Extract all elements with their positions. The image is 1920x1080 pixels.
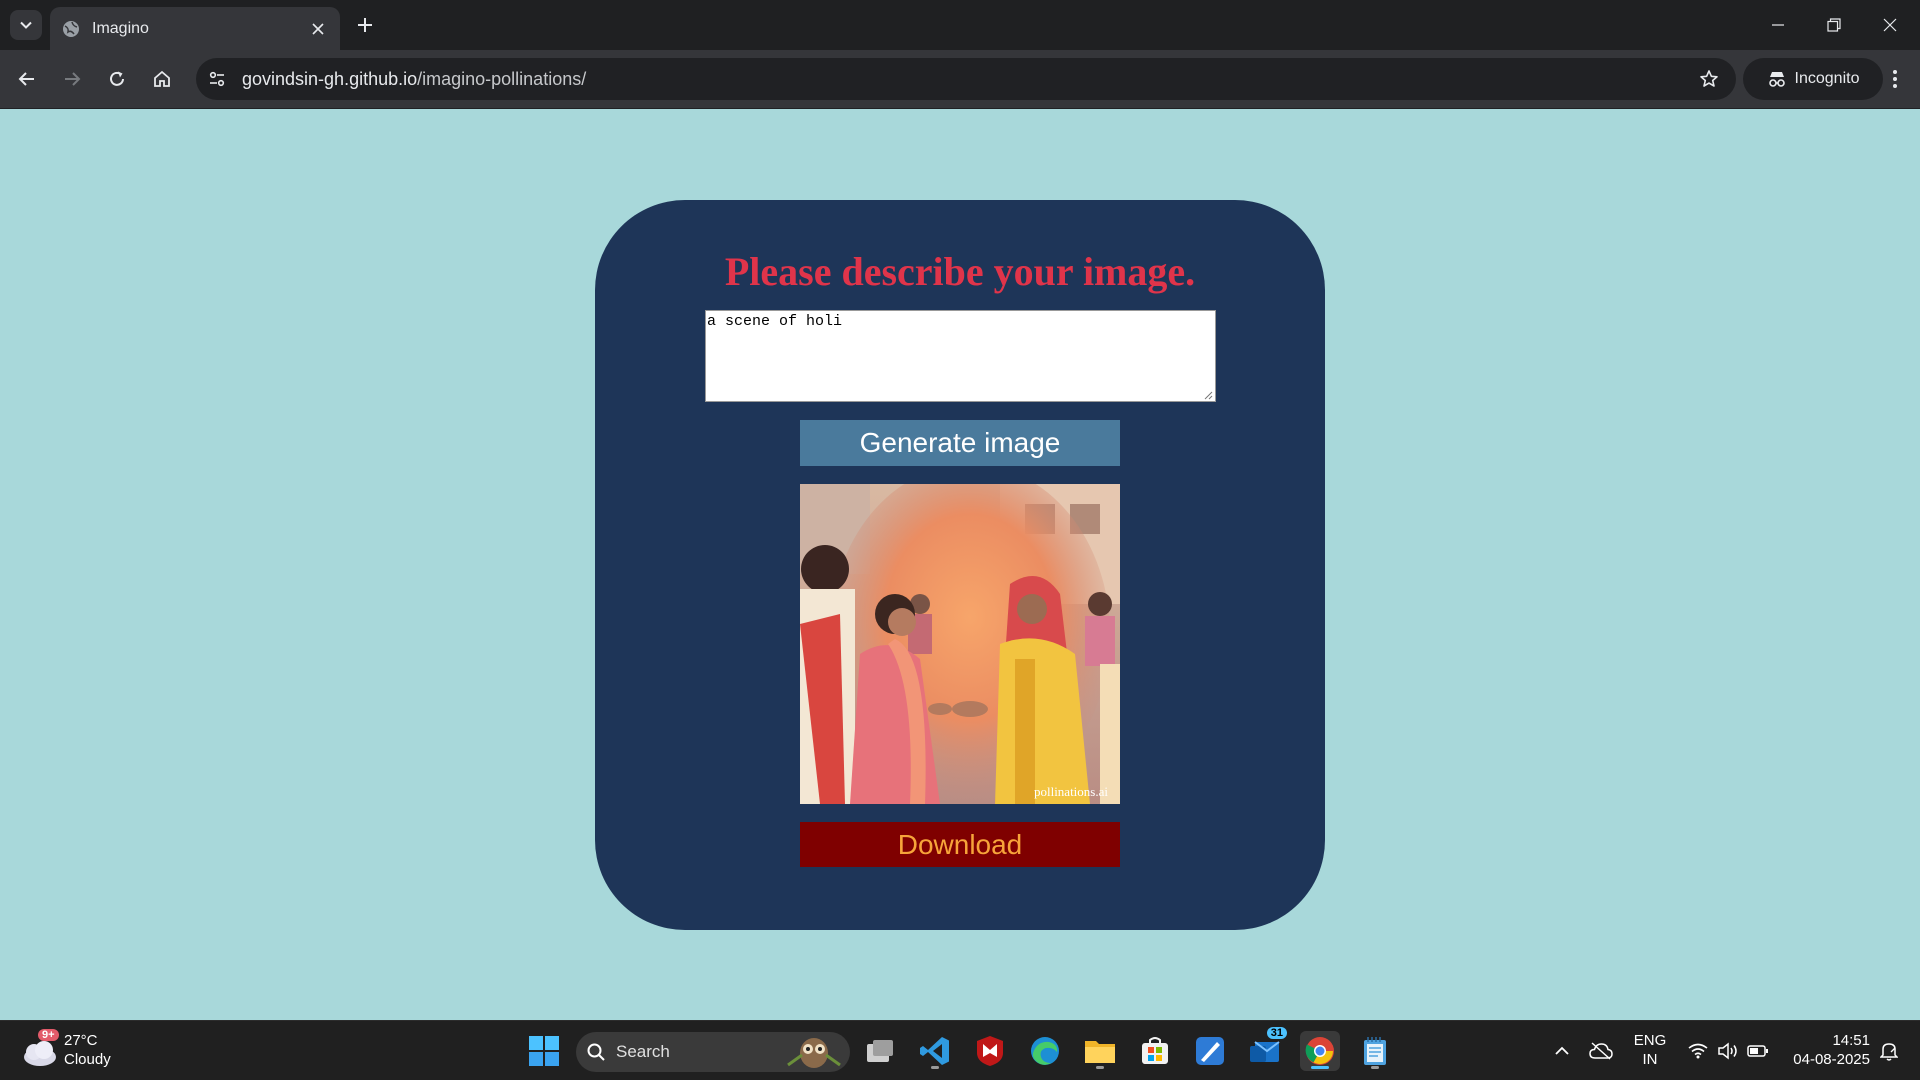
battery-status[interactable] bbox=[1745, 1031, 1771, 1071]
running-indicator bbox=[1371, 1066, 1379, 1069]
taskbar-search[interactable]: Search bbox=[576, 1032, 850, 1072]
weather-widget[interactable]: 9+ 27°C Cloudy bbox=[20, 1029, 140, 1073]
browser-toolbar: govindsin-gh.github.io/imagino-pollinati… bbox=[0, 50, 1920, 109]
weather-temperature: 27°C bbox=[64, 1032, 98, 1049]
tab-imagino[interactable]: Imagino bbox=[50, 7, 340, 50]
download-button[interactable]: Download bbox=[800, 822, 1120, 867]
search-icon bbox=[576, 1043, 616, 1061]
close-window-button[interactable] bbox=[1862, 0, 1918, 50]
language-region: IN bbox=[1642, 1051, 1658, 1068]
incognito-icon bbox=[1768, 72, 1785, 87]
generated-image: pollinations.ai bbox=[800, 484, 1120, 804]
language-indicator[interactable]: ENG IN bbox=[1630, 1031, 1670, 1069]
mcafee-shield-icon bbox=[977, 1036, 1003, 1066]
browser-tab-strip: Imagino bbox=[0, 0, 1920, 50]
chevron-down-icon bbox=[20, 21, 32, 29]
mail-icon bbox=[1250, 1041, 1280, 1062]
close-tab-icon[interactable] bbox=[308, 19, 328, 39]
mail-badge: 31 bbox=[1266, 1027, 1287, 1039]
outlook-taskbar-app[interactable]: 31 bbox=[1245, 1027, 1287, 1071]
incognito-indicator[interactable]: Incognito bbox=[1743, 58, 1883, 100]
page-title: Please describe your image. bbox=[724, 249, 1196, 294]
running-indicator bbox=[1096, 1066, 1104, 1069]
clock-date: 04-08-2025 bbox=[1793, 1051, 1870, 1068]
chevron-up-icon bbox=[1555, 1046, 1569, 1055]
language-code: ENG bbox=[1633, 1032, 1667, 1049]
image-watermark: pollinations.ai bbox=[1034, 784, 1108, 799]
incognito-label: Incognito bbox=[1794, 70, 1860, 87]
prompt-textarea[interactable]: a scene of holi bbox=[705, 310, 1216, 402]
start-button[interactable] bbox=[524, 1031, 564, 1071]
owl-icon bbox=[787, 1038, 841, 1068]
home-button[interactable] bbox=[145, 62, 179, 96]
running-indicator bbox=[931, 1066, 939, 1069]
search-label: Search bbox=[616, 1042, 670, 1061]
windows-taskbar: 9+ 27°C Cloudy Search 31 ENG IN 14:51 04… bbox=[0, 1020, 1920, 1080]
weather-condition: Cloudy bbox=[64, 1051, 111, 1068]
wifi-status[interactable] bbox=[1685, 1031, 1711, 1071]
url-path: /imagino-pollinations/ bbox=[417, 68, 587, 89]
vscode-icon bbox=[920, 1037, 949, 1065]
task-view-button[interactable] bbox=[860, 1031, 900, 1071]
vscode-taskbar-app[interactable] bbox=[915, 1031, 955, 1071]
holi-scene-image: pollinations.ai bbox=[800, 484, 1120, 804]
tab-title: Imagino bbox=[92, 19, 149, 37]
site-info-icon[interactable] bbox=[200, 62, 234, 96]
notepad-icon bbox=[1364, 1037, 1386, 1065]
reload-icon bbox=[110, 71, 124, 86]
address-bar[interactable]: govindsin-gh.github.io/imagino-pollinati… bbox=[196, 58, 1736, 100]
minimize-button[interactable] bbox=[1750, 0, 1806, 50]
task-view-icon bbox=[867, 1040, 893, 1062]
mcafee-taskbar-app[interactable] bbox=[970, 1031, 1010, 1071]
globe-icon bbox=[63, 20, 79, 37]
forward-button[interactable] bbox=[55, 62, 89, 96]
pen-tool-icon bbox=[1196, 1037, 1224, 1065]
folder-icon bbox=[1085, 1041, 1115, 1063]
arrow-right-icon bbox=[65, 72, 81, 86]
minimize-icon bbox=[1772, 24, 1784, 26]
clock[interactable]: 14:51 04-08-2025 bbox=[1780, 1031, 1870, 1069]
resize-handle-icon[interactable] bbox=[1203, 390, 1213, 400]
store-icon bbox=[1142, 1037, 1168, 1064]
chrome-taskbar-app[interactable] bbox=[1300, 1031, 1340, 1071]
edge-taskbar-app[interactable] bbox=[1025, 1031, 1065, 1071]
reload-button[interactable] bbox=[100, 62, 134, 96]
generate-image-button[interactable]: Generate image bbox=[800, 420, 1120, 466]
cloud-off-icon bbox=[1589, 1042, 1613, 1060]
chrome-icon bbox=[1305, 1037, 1334, 1065]
show-hidden-icons-button[interactable] bbox=[1550, 1031, 1574, 1071]
notification-bell-icon bbox=[1880, 1043, 1898, 1061]
store-taskbar-app[interactable] bbox=[1135, 1031, 1175, 1071]
wifi-icon bbox=[1688, 1043, 1708, 1059]
active-indicator bbox=[1311, 1066, 1329, 1069]
url-host: govindsin-gh.github.io bbox=[242, 68, 418, 89]
imagino-card: Please describe your image. a scene of h… bbox=[595, 200, 1325, 930]
clock-time: 14:51 bbox=[1832, 1032, 1870, 1049]
browser-menu-button[interactable] bbox=[1878, 62, 1912, 96]
speaker-icon bbox=[1718, 1042, 1737, 1060]
windows-logo-icon bbox=[529, 1036, 559, 1066]
restore-icon bbox=[1827, 18, 1841, 32]
onedrive-offline-button[interactable] bbox=[1588, 1031, 1614, 1071]
new-tab-button[interactable] bbox=[352, 12, 378, 38]
battery-icon bbox=[1747, 1045, 1768, 1057]
edge-icon bbox=[1031, 1037, 1059, 1065]
notepad-taskbar-app[interactable] bbox=[1355, 1031, 1395, 1071]
notifications-button[interactable] bbox=[1876, 1031, 1902, 1071]
bookmark-star-icon[interactable] bbox=[1692, 62, 1726, 96]
file-explorer-taskbar-app[interactable] bbox=[1080, 1031, 1120, 1071]
pen-app-taskbar-app[interactable] bbox=[1190, 1031, 1230, 1071]
back-button[interactable] bbox=[10, 62, 44, 96]
close-icon bbox=[1883, 18, 1897, 32]
restore-button[interactable] bbox=[1806, 0, 1862, 50]
weather-badge: 9+ bbox=[38, 1029, 59, 1041]
arrow-left-icon bbox=[18, 72, 34, 86]
volume-status[interactable] bbox=[1715, 1031, 1741, 1071]
home-icon bbox=[154, 70, 170, 87]
tab-search-button[interactable] bbox=[10, 10, 42, 40]
url-text: govindsin-gh.github.io/imagino-pollinati… bbox=[242, 69, 586, 90]
more-vertical-icon bbox=[1893, 70, 1897, 88]
plus-icon bbox=[358, 18, 372, 32]
